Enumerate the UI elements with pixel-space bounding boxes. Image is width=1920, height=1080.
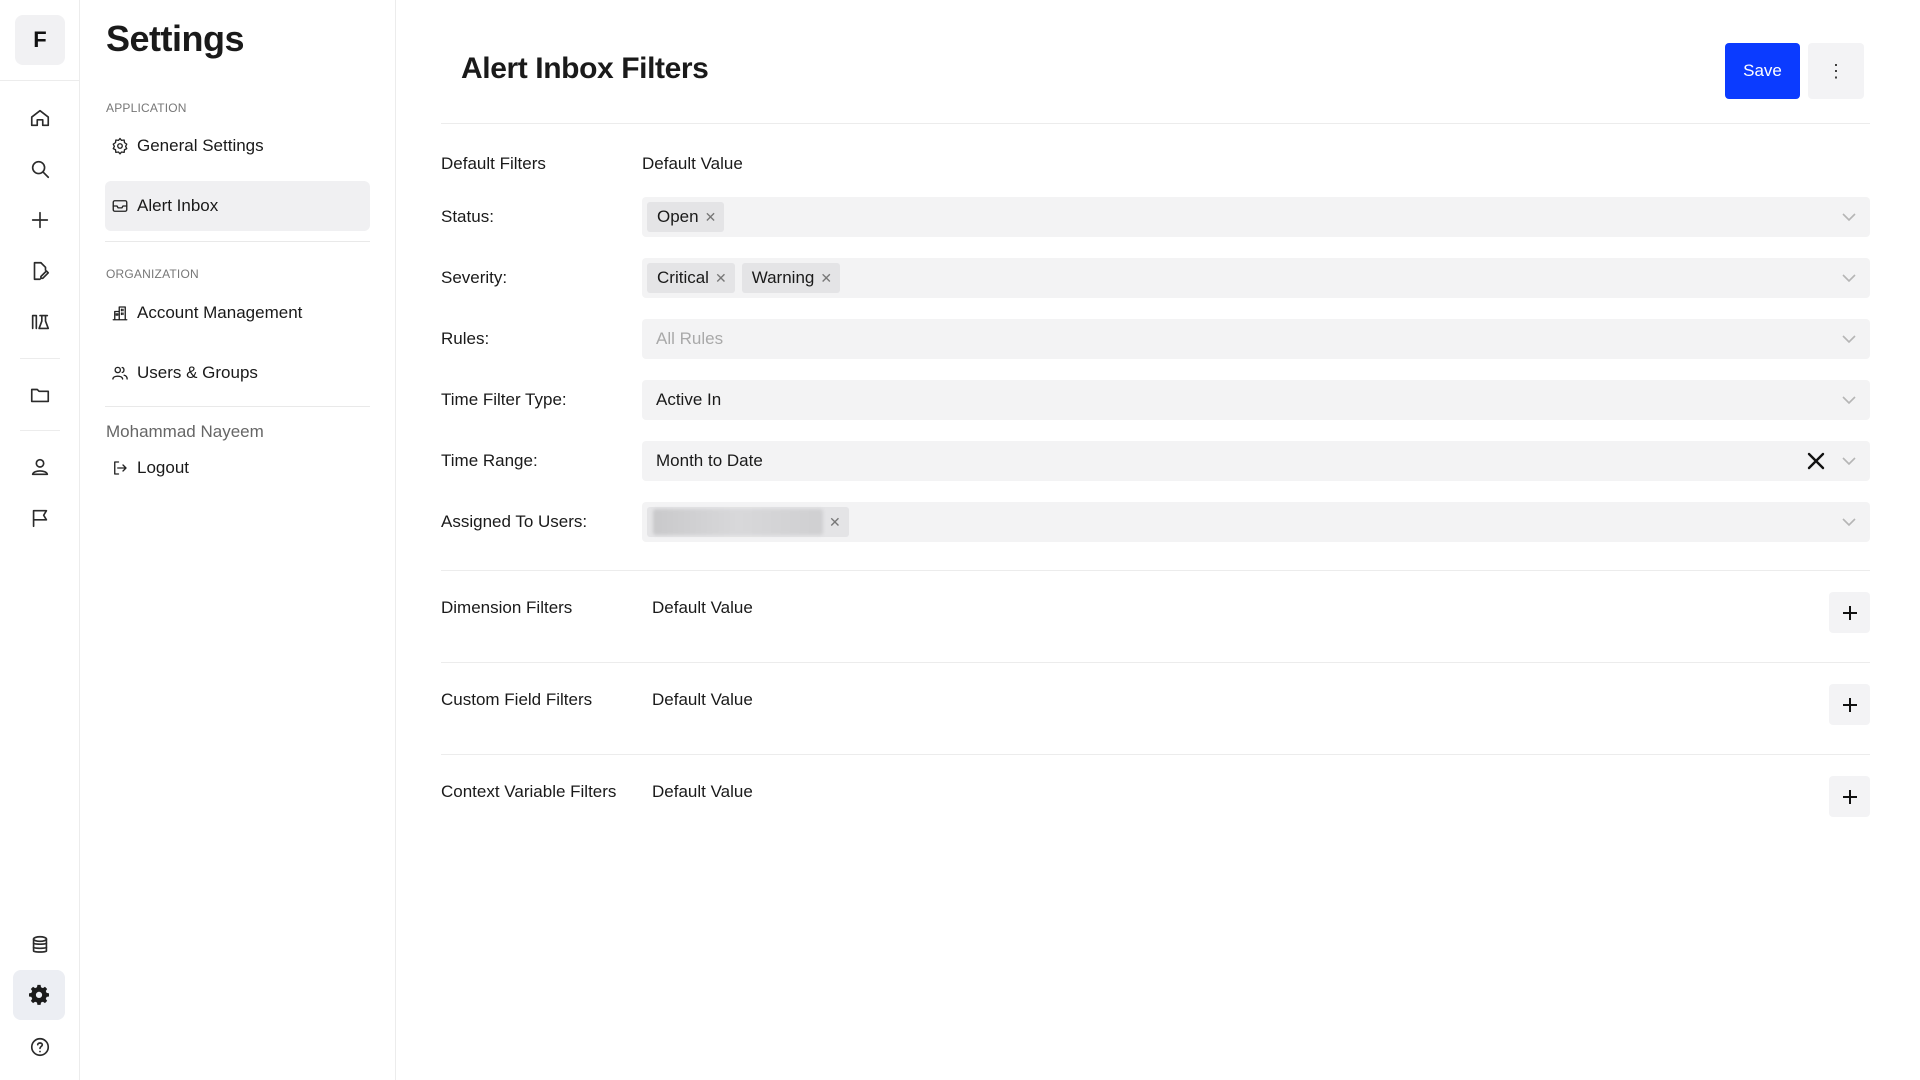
sidebar-divider: [105, 241, 370, 242]
logout-label: Logout: [137, 458, 189, 477]
sidebar-divider: [105, 406, 370, 407]
assigned-to-users-select[interactable]: ✕: [642, 502, 1870, 542]
section-divider: [441, 570, 1870, 571]
custom-field-filters-heading: Custom Field Filters: [441, 690, 593, 709]
workspace-logo[interactable]: F: [15, 15, 65, 65]
rules-select[interactable]: All Rules: [642, 319, 1870, 359]
rules-label: Rules:: [441, 329, 490, 348]
logout-icon: [114, 461, 127, 475]
default-filters-heading: Default Filters: [441, 154, 546, 173]
sidebar-item-label: Users & Groups: [137, 363, 258, 382]
status-select[interactable]: Open ✕: [642, 197, 1870, 237]
kebab-menu-icon: ⋮: [1827, 61, 1845, 81]
remove-tag-icon[interactable]: ✕: [705, 209, 717, 226]
database-icon[interactable]: [20, 925, 60, 965]
flag-icon[interactable]: [20, 498, 60, 538]
gear-outline-icon: [112, 137, 128, 155]
chevron-down-icon[interactable]: [1842, 332, 1856, 346]
plus-icon: [1842, 789, 1857, 804]
default-value-heading: Default Value: [652, 690, 753, 709]
sidebar-title: Settings: [106, 18, 245, 59]
sidebar-item-users-groups[interactable]: Users & Groups: [105, 348, 370, 398]
add-custom-field-filter-button[interactable]: [1829, 684, 1870, 725]
rail-divider: [20, 358, 60, 359]
add-context-variable-filter-button[interactable]: [1829, 776, 1870, 817]
severity-tag-critical: Critical ✕: [647, 263, 735, 293]
inbox-icon: [112, 200, 128, 212]
save-button[interactable]: Save: [1725, 43, 1800, 99]
section-label-application: APPLICATION: [106, 101, 187, 115]
settings-sidebar: Settings APPLICATION General Settings Al…: [80, 0, 396, 1080]
redacted-user-name: [653, 509, 823, 535]
time-filter-type-label: Time Filter Type:: [441, 390, 567, 409]
remove-tag-icon[interactable]: ✕: [715, 270, 727, 287]
chevron-down-icon[interactable]: [1842, 393, 1856, 407]
help-icon[interactable]: [20, 1027, 60, 1067]
user-icon[interactable]: [20, 447, 60, 487]
plus-icon: [1842, 605, 1857, 620]
severity-select[interactable]: Critical ✕ Warning ✕: [642, 258, 1870, 298]
context-variable-filters-heading: Context Variable Filters: [441, 782, 617, 801]
assigned-user-tag: ✕: [647, 507, 849, 537]
default-value-heading: Default Value: [652, 598, 753, 617]
time-range-value: Month to Date: [656, 451, 763, 470]
users-icon: [112, 366, 128, 380]
default-value-heading: Default Value: [652, 782, 753, 801]
header-divider: [441, 123, 1870, 124]
chevron-down-icon[interactable]: [1842, 210, 1856, 224]
gear-icon[interactable]: [13, 970, 65, 1020]
remove-tag-icon[interactable]: ✕: [820, 270, 832, 287]
rules-placeholder: All Rules: [656, 329, 724, 348]
time-range-label: Time Range:: [441, 451, 538, 470]
sidebar-item-label: Account Management: [137, 303, 303, 322]
add-dimension-filter-button[interactable]: [1829, 592, 1870, 633]
logout-button[interactable]: Logout: [105, 443, 370, 493]
edit-doc-icon[interactable]: [20, 251, 60, 291]
sidebar-item-label: Alert Inbox: [137, 196, 219, 215]
sidebar-item-general-settings[interactable]: General Settings: [105, 121, 370, 171]
icon-rail: F: [0, 0, 80, 1080]
library-icon[interactable]: [20, 302, 60, 342]
time-filter-type-value: Active In: [656, 390, 722, 409]
section-label-organization: ORGANIZATION: [106, 267, 199, 281]
main-content: Alert Inbox Filters Save ⋮ Default Filte…: [396, 0, 1920, 1080]
folder-icon[interactable]: [20, 375, 60, 415]
chevron-down-icon[interactable]: [1842, 271, 1856, 285]
sidebar-item-account-management[interactable]: Account Management: [105, 288, 370, 338]
default-value-heading: Default Value: [642, 154, 743, 173]
section-divider: [441, 754, 1870, 755]
home-icon[interactable]: [20, 98, 60, 138]
building-icon: [112, 306, 128, 321]
rail-divider: [20, 430, 60, 431]
status-label: Status:: [441, 207, 494, 226]
remove-tag-icon[interactable]: ✕: [829, 514, 841, 531]
chevron-down-icon[interactable]: [1842, 454, 1856, 468]
clear-icon[interactable]: [1806, 451, 1826, 471]
search-icon[interactable]: [20, 149, 60, 189]
assigned-to-users-label: Assigned To Users:: [441, 512, 588, 531]
rail-divider: [0, 80, 80, 81]
chevron-down-icon[interactable]: [1842, 515, 1856, 529]
page-title: Alert Inbox Filters: [461, 52, 709, 85]
time-filter-type-select[interactable]: Active In: [642, 380, 1870, 420]
time-range-select[interactable]: Month to Date: [642, 441, 1870, 481]
status-tag-open: Open ✕: [647, 202, 725, 232]
sidebar-item-alert-inbox[interactable]: Alert Inbox: [105, 181, 370, 231]
current-user-name: Mohammad Nayeem: [106, 422, 264, 441]
sidebar-item-label: General Settings: [137, 136, 264, 155]
plus-icon[interactable]: [20, 200, 60, 240]
more-options-button[interactable]: ⋮: [1808, 43, 1864, 99]
section-divider: [441, 662, 1870, 663]
severity-label: Severity:: [441, 268, 508, 287]
severity-tag-warning: Warning ✕: [741, 263, 841, 293]
plus-icon: [1842, 697, 1857, 712]
dimension-filters-heading: Dimension Filters: [441, 598, 573, 617]
